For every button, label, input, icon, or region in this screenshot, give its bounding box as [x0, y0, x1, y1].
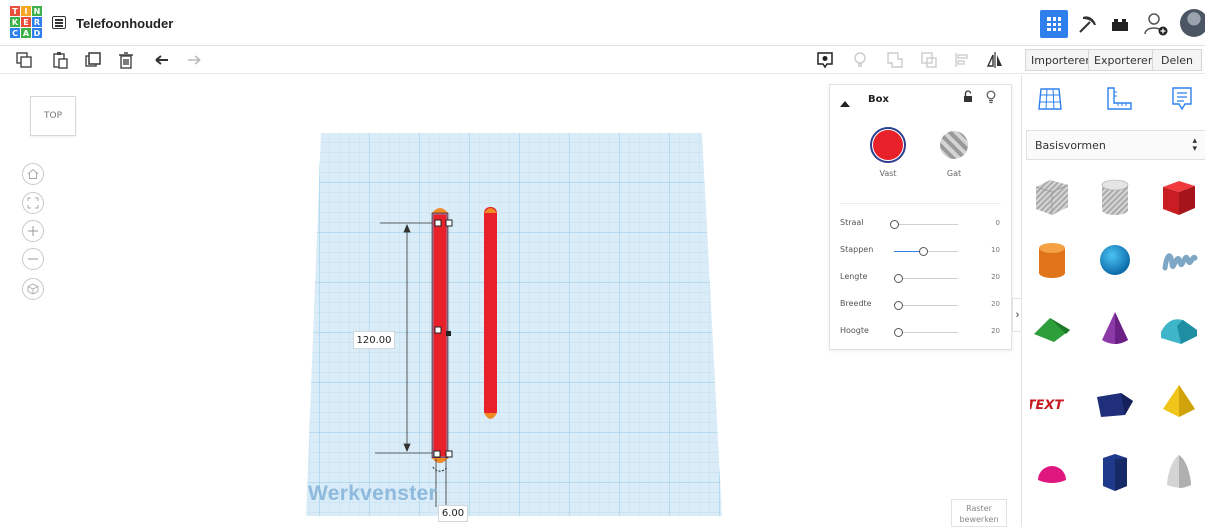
workplane-grid-icon[interactable] [1036, 85, 1064, 113]
cylinder-shape[interactable] [1030, 238, 1074, 282]
light-bulb-icon[interactable] [985, 90, 997, 109]
workplane-label: Werkvenster [308, 482, 437, 505]
tinkercad-logo[interactable]: T I N K E R C A D [10, 6, 42, 38]
length-dimension-label[interactable]: 120.00 [353, 331, 395, 349]
half-sphere-shape[interactable] [1030, 450, 1074, 494]
shape-inspector: Box Vast Gat Straal 0 Stappen 10 Lengte 20 Bre… [829, 84, 1012, 350]
property-slider[interactable] [893, 328, 958, 337]
round-roof-shape[interactable] [1157, 306, 1201, 350]
undo-icon[interactable] [152, 50, 172, 70]
ungroup-icon[interactable] [919, 50, 939, 70]
property-value: 0 [995, 219, 1000, 227]
slider-knob[interactable] [893, 301, 903, 310]
property-slider[interactable] [894, 247, 958, 256]
property-label: Breedte [840, 299, 872, 308]
property-label: Lengte [840, 272, 868, 281]
notes-icon[interactable] [1168, 85, 1196, 113]
slider-knob[interactable] [893, 274, 903, 283]
shape-category-select[interactable]: Basisvormen ▴ ▾ [1026, 130, 1205, 160]
edit-grid-button[interactable]: Raster bewerken [951, 499, 1007, 527]
redo-icon[interactable] [184, 50, 204, 70]
property-slider[interactable] [893, 301, 958, 310]
width-dimension-label[interactable]: 6.00 [438, 505, 468, 522]
edit-toolbar: Importeren Exporteren Delen [0, 46, 1205, 74]
add-user-icon[interactable] [1142, 10, 1170, 38]
solid-swatch[interactable] [870, 127, 906, 163]
logo-letter: D [32, 28, 42, 38]
mirror-icon[interactable] [985, 50, 1005, 70]
cylinder-hole-shape[interactable] [1093, 175, 1137, 219]
lock-icon[interactable] [962, 90, 974, 109]
solid-color [873, 130, 903, 160]
box-hole-shape[interactable] [1030, 175, 1074, 219]
bricks-icon[interactable] [1106, 10, 1134, 38]
logo-letter: C [10, 28, 20, 38]
polygon-shape[interactable] [1093, 450, 1137, 494]
cone-shape[interactable] [1093, 306, 1137, 350]
delete-icon[interactable] [116, 50, 136, 70]
logo-letter: R [32, 17, 42, 27]
panel-tabs [1022, 75, 1205, 127]
shape-category-value: Basisvormen [1035, 138, 1106, 152]
duplicate-icon[interactable] [83, 50, 103, 70]
pickaxe-icon[interactable] [1074, 10, 1102, 38]
show-hide-icon[interactable] [815, 50, 835, 70]
grid-view-icon[interactable] [1040, 10, 1068, 38]
pyramid-shape[interactable] [1157, 379, 1201, 423]
property-slider[interactable] [893, 274, 958, 283]
logo-letter: I [21, 6, 31, 16]
shapes-panel: Basisvormen ▴ ▾ TEXT [1021, 75, 1205, 527]
scribble-shape[interactable] [1157, 238, 1201, 282]
slider-knob[interactable] [918, 247, 928, 256]
light-bulb-icon[interactable] [850, 50, 870, 70]
collapse-inspector-icon[interactable] [840, 95, 850, 113]
hole-swatch[interactable] [940, 131, 968, 159]
sphere-shape[interactable] [1093, 238, 1137, 282]
copy-icon[interactable] [14, 50, 34, 70]
roof-shape[interactable] [1030, 306, 1074, 350]
property-value: 20 [991, 300, 1000, 308]
solid-label: Vast [879, 169, 897, 178]
logo-letter: N [32, 6, 42, 16]
slider-knob[interactable] [893, 328, 903, 337]
paraboloid-shape[interactable] [1157, 450, 1201, 494]
group-icon[interactable] [885, 50, 905, 70]
property-value: 20 [991, 273, 1000, 281]
logo-letter: E [21, 17, 31, 27]
slider-knob[interactable] [890, 220, 899, 229]
property-slider[interactable] [890, 220, 958, 229]
align-icon[interactable] [952, 50, 972, 70]
tinkercad-editor: T I N K E R C A D Telefoonhouder Importe… [0, 0, 1205, 527]
property-value: 10 [991, 246, 1000, 254]
svg-text:TEXT: TEXT [1030, 398, 1065, 413]
property-value: 20 [991, 327, 1000, 335]
hole-label: Gat [946, 169, 962, 178]
select-arrows-icon: ▴ ▾ [1192, 136, 1197, 154]
property-label: Hoogte [840, 326, 869, 335]
export-button[interactable]: Exporteren [1088, 49, 1161, 71]
property-label: Straal [840, 218, 864, 227]
second-box[interactable] [484, 207, 497, 419]
logo-letter: A [21, 28, 31, 38]
design-list-icon[interactable] [52, 16, 66, 29]
logo-letter: T [10, 6, 20, 16]
paste-icon[interactable] [50, 50, 70, 70]
property-label: Stappen [840, 245, 874, 254]
workplane-grid [306, 133, 722, 516]
edit-grid-label-line2: bewerken [959, 515, 999, 524]
logo-letter: K [10, 17, 20, 27]
box-shape[interactable] [1157, 175, 1201, 219]
selected-box[interactable] [431, 208, 449, 463]
top-bar: T I N K E R C A D Telefoonhouder [0, 0, 1205, 46]
text-shape[interactable]: TEXT [1030, 379, 1074, 423]
edit-grid-label-line1: Raster [966, 504, 992, 513]
share-button[interactable]: Delen [1152, 49, 1202, 71]
avatar[interactable] [1180, 9, 1205, 37]
ruler-icon[interactable] [1105, 85, 1133, 113]
design-title[interactable]: Telefoonhouder [76, 16, 173, 31]
wedge-shape[interactable] [1093, 379, 1137, 423]
inspector-title: Box [868, 94, 889, 105]
divider [840, 203, 1001, 204]
